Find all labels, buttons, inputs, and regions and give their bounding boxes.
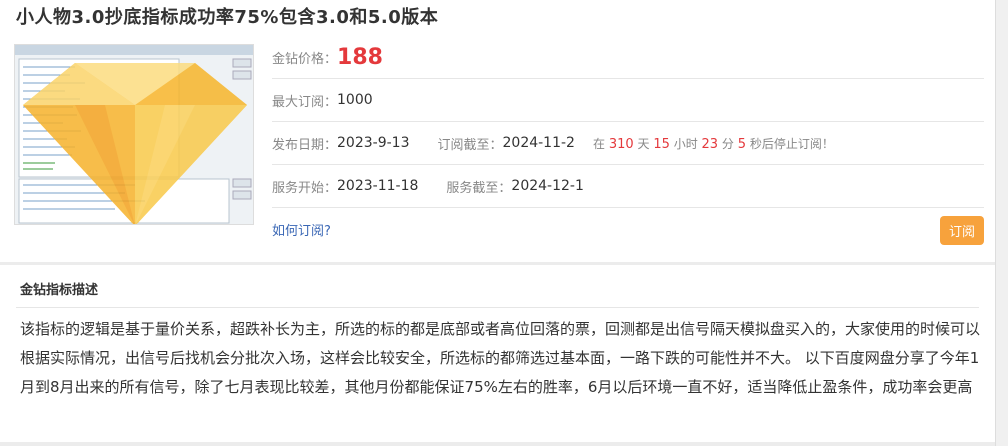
description-card: 金钻指标描述 该指标的逻辑是基于量价关系，超跌补长为主，所选的标的都是底部或者高… [0, 265, 995, 442]
subscription-end-value: 2024-11-2 [502, 135, 575, 151]
subscribe-button[interactable]: 订阅 [939, 216, 984, 245]
service-end-value: 2024-12-1 [511, 178, 584, 194]
dates-row: 发布日期： 2023-9-13 订阅截至： 2024-11-2 在 310 天 … [272, 122, 984, 165]
how-to-subscribe-link[interactable]: 如何订阅? [272, 220, 331, 239]
description-text: 该指标的逻辑是基于量价关系，超跌补长为主，所选的标的都是底部或者高位回落的票，回… [20, 320, 981, 396]
countdown-minutes-unit: 分 [721, 136, 734, 151]
service-start-value: 2023-11-18 [337, 178, 419, 194]
service-end-label: 服务截至： [446, 180, 512, 196]
countdown-suffix: 秒后停止订阅！ [749, 136, 834, 151]
product-info: 金钻价格： 188 最大订阅： 1000 发布日期： 2023-9-13 订阅截… [272, 36, 984, 250]
countdown-seconds: 5 [737, 136, 747, 152]
publish-date-value: 2023-9-13 [337, 135, 410, 151]
page-title: 小人物3.0抄底指标成功率75%包含3.0和5.0版本 [16, 7, 439, 28]
price-row: 金钻价格： 188 [272, 36, 984, 79]
countdown: 在 310 天 15 小时 23 分 5 秒后停止订阅！ [593, 135, 834, 152]
vertical-scrollbar[interactable] [995, 0, 1008, 446]
countdown-hours-unit: 小时 [673, 136, 698, 151]
countdown-minutes: 23 [701, 136, 719, 152]
subscription-end-label: 订阅截至： [437, 137, 503, 153]
description-heading: 金钻指标描述 [20, 283, 99, 298]
service-row: 服务开始： 2023-11-18 服务截至： 2024-12-1 [272, 165, 984, 208]
product-card: 小人物3.0抄底指标成功率75%包含3.0和5.0版本 金钻价格： 188 最大… [0, 0, 995, 262]
countdown-prefix: 在 [592, 136, 605, 151]
divider [16, 307, 979, 308]
service-start-label: 服务开始： [272, 180, 338, 196]
countdown-days-unit: 天 [637, 136, 650, 151]
price-label: 金钻价格： [272, 51, 338, 67]
price-value: 188 [337, 44, 383, 70]
countdown-hours: 15 [653, 136, 670, 152]
countdown-days: 310 [608, 136, 634, 152]
product-thumbnail[interactable] [14, 44, 254, 225]
max-subscription-label: 最大订阅： [272, 94, 338, 110]
max-subscription-value: 1000 [337, 92, 373, 108]
max-subscription-row: 最大订阅： 1000 [272, 79, 984, 122]
subscribe-row: 如何订阅? 订阅 [272, 208, 984, 250]
diamond-watermark-icon [15, 45, 253, 224]
publish-date-label: 发布日期： [272, 137, 338, 153]
